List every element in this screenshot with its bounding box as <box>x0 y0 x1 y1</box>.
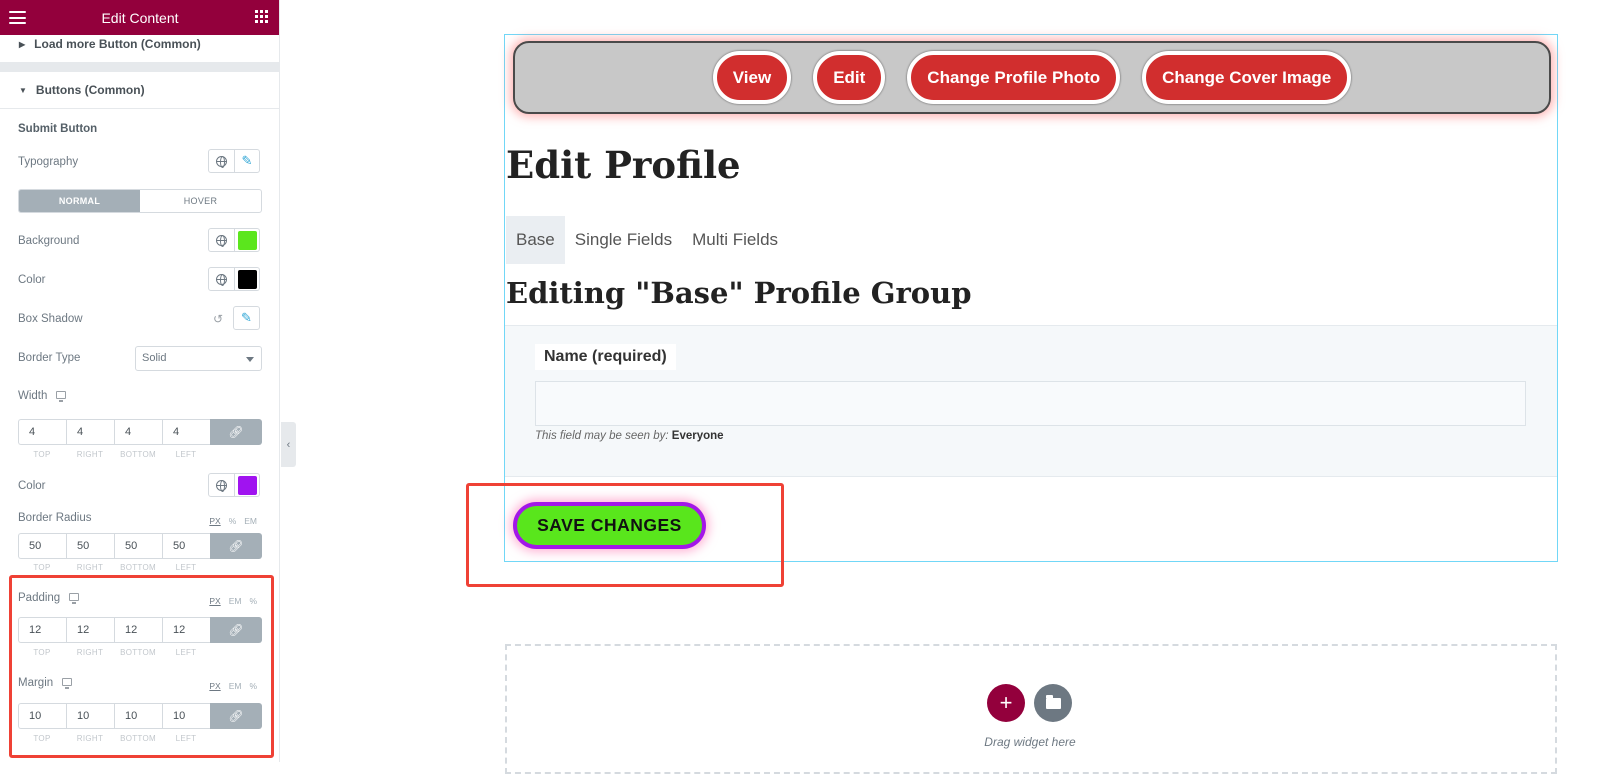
tab-hover[interactable]: HOVER <box>140 190 261 212</box>
globe-icon <box>216 234 227 247</box>
text-color-picker[interactable] <box>234 268 259 290</box>
drop-zone[interactable] <box>505 644 1557 774</box>
subsection-title: Submit Button <box>18 123 98 135</box>
border-color-controls <box>208 473 260 497</box>
radius-right-input[interactable]: 50 <box>66 533 114 559</box>
typography-controls: ✎ <box>208 149 260 173</box>
border-radius-label: Border Radius <box>18 512 92 524</box>
width-top-input[interactable]: 4 <box>18 419 66 445</box>
border-radius-inputs: 50 50 50 50 🔗︎ <box>18 533 262 559</box>
background-controls <box>208 228 260 252</box>
pencil-icon: ✎ <box>241 153 253 168</box>
unit-em[interactable]: EM <box>244 516 257 526</box>
hamburger-menu-icon[interactable] <box>9 11 26 24</box>
box-shadow-label: Box Shadow <box>18 313 83 325</box>
width-inputs: 4 4 4 4 🔗︎ <box>18 419 262 445</box>
globe-icon <box>216 155 227 168</box>
text-color-swatch <box>237 269 257 289</box>
reset-icon[interactable]: ↺ <box>213 312 223 326</box>
widgets-grid-icon[interactable] <box>255 10 268 23</box>
template-library-button[interactable] <box>1034 684 1072 722</box>
width-bottom-input[interactable]: 4 <box>114 419 162 445</box>
folder-icon <box>1045 694 1061 709</box>
radius-bottom-input[interactable]: 50 <box>114 533 162 559</box>
tab-multi-fields[interactable]: Multi Fields <box>682 216 788 264</box>
section-load-more[interactable]: ▶ Load more Button (Common) <box>0 36 279 52</box>
background-color-picker[interactable] <box>234 229 259 251</box>
visibility-value[interactable]: Everyone <box>672 430 724 442</box>
caret-down-icon: ▼ <box>19 85 27 95</box>
panel-title: Edit Content <box>101 9 179 26</box>
tab-single-fields[interactable]: Single Fields <box>565 216 682 264</box>
radius-top-input[interactable]: 50 <box>18 533 66 559</box>
radius-left-input[interactable]: 50 <box>162 533 210 559</box>
chevron-left-icon: ‹ <box>286 438 291 451</box>
border-color-picker[interactable] <box>234 474 259 496</box>
text-color-label: Color <box>18 274 46 286</box>
chevron-down-icon <box>246 357 254 362</box>
profile-tabs: Base Single Fields Multi Fields <box>506 216 788 264</box>
panel-header: Edit Content <box>0 0 279 35</box>
background-swatch <box>237 230 257 250</box>
edit-box-shadow-button[interactable]: ✎ <box>234 307 259 329</box>
tab-base[interactable]: Base <box>506 216 565 264</box>
group-title: Editing "Base" Profile Group <box>506 276 972 310</box>
border-type-label: Border Type <box>18 352 81 364</box>
page-title: Edit Profile <box>506 143 741 187</box>
text-color-controls <box>208 267 260 291</box>
typography-label: Typography <box>18 156 79 168</box>
global-typography-button[interactable] <box>209 150 234 172</box>
annotation-box-save-button <box>466 483 784 587</box>
link-icon: 🔗︎ <box>228 539 244 553</box>
border-color-label: Color <box>18 480 46 492</box>
plus-icon: + <box>999 690 1013 715</box>
width-left-input[interactable]: 4 <box>162 419 210 445</box>
width-right-input[interactable]: 4 <box>66 419 114 445</box>
tab-normal[interactable]: NORMAL <box>19 190 140 212</box>
visibility-note: This field may be seen by: Everyone <box>535 430 724 442</box>
unit-px[interactable]: PX <box>209 516 220 526</box>
link-icon: 🔗︎ <box>228 425 244 439</box>
section-separator <box>0 62 279 72</box>
box-shadow-controls: ✎ <box>233 306 260 330</box>
profile-nav-bar: View Edit Change Profile Photo Change Co… <box>513 41 1551 114</box>
border-color-swatch <box>237 475 257 495</box>
divider <box>0 108 279 109</box>
caret-right-icon: ▶ <box>19 39 26 49</box>
editor-panel: Edit Content ▶ Load more Button (Common)… <box>0 0 280 762</box>
border-type-select[interactable]: Solid <box>135 346 262 371</box>
annotation-box-padding-margin <box>9 575 274 758</box>
change-cover-image-button[interactable]: Change Cover Image <box>1142 51 1352 104</box>
change-profile-photo-button[interactable]: Change Profile Photo <box>907 51 1121 104</box>
background-label: Background <box>18 235 80 247</box>
global-color-button[interactable] <box>209 268 234 290</box>
name-field-label: Name (required) <box>535 344 676 370</box>
section-buttons[interactable]: ▼ Buttons (Common) <box>0 80 279 100</box>
collapse-panel-button[interactable]: ‹ <box>281 422 296 467</box>
unit-percent[interactable]: % <box>229 516 237 526</box>
globe-icon <box>216 273 227 286</box>
add-widget-button[interactable]: + <box>987 684 1025 722</box>
state-toggle: NORMAL HOVER <box>18 189 262 213</box>
drag-widget-hint: Drag widget here <box>984 735 1076 749</box>
global-border-color-button[interactable] <box>209 474 234 496</box>
pencil-icon: ✎ <box>241 310 252 325</box>
width-dim-labels: TOP RIGHT BOTTOM LEFT <box>33 450 197 459</box>
globe-icon <box>216 479 227 492</box>
radius-dim-labels: TOP RIGHT BOTTOM LEFT <box>33 563 197 572</box>
link-values-button[interactable]: 🔗︎ <box>210 419 262 445</box>
name-input[interactable] <box>535 381 1526 426</box>
width-label: Width <box>18 390 67 402</box>
edit-typography-button[interactable]: ✎ <box>234 150 259 172</box>
edit-button[interactable]: Edit <box>813 51 886 104</box>
desktop-icon[interactable] <box>56 390 67 402</box>
radius-units: PX % EM <box>209 516 257 526</box>
view-button[interactable]: View <box>712 51 792 104</box>
global-background-button[interactable] <box>209 229 234 251</box>
link-values-button[interactable]: 🔗︎ <box>210 533 262 559</box>
